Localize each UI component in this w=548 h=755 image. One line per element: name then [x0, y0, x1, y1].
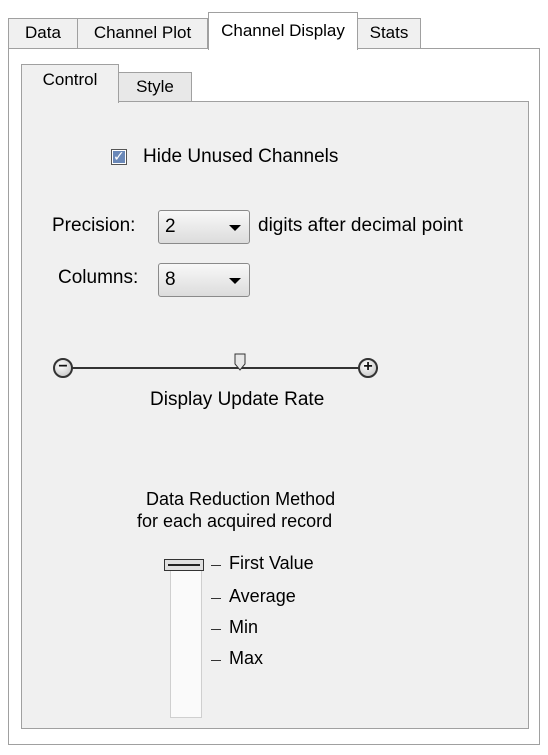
tab-channel-plot-label: Channel Plot	[93, 23, 192, 42]
hide-unused-checkbox[interactable]: ✓	[111, 148, 127, 165]
reduction-slider-thumb[interactable]	[164, 559, 204, 571]
precision-value: 2	[165, 216, 176, 237]
tick-average	[211, 598, 221, 599]
tab-control-label-overlay: Control	[42, 70, 98, 89]
reduction-option-min: Min	[229, 617, 259, 637]
tab-channel-display-label: Channel Display	[221, 21, 345, 40]
columns-label: Columns:	[58, 267, 139, 288]
columns-dropdown[interactable]: 8	[158, 263, 250, 297]
reduction-option-first-value: First Value	[229, 553, 314, 573]
reduction-slider-track[interactable]	[170, 568, 202, 718]
minus-circle-icon[interactable]: −	[53, 358, 73, 378]
active-tab-join	[22, 98, 118, 104]
chevron-down-icon	[229, 225, 241, 231]
tab-stats-label: Stats	[369, 23, 409, 42]
columns-value: 8	[165, 269, 176, 290]
hide-unused-label: Hide Unused Channels	[143, 146, 339, 167]
tab-stats[interactable]: Stats	[357, 18, 421, 48]
plus-circle-icon[interactable]: +	[358, 358, 378, 378]
reduction-title-2: for each acquired record	[137, 511, 333, 531]
update-rate-label: Display Update Rate	[150, 389, 325, 410]
reduction-option-max: Max	[229, 648, 264, 668]
precision-label: Precision:	[52, 215, 136, 236]
tab-style-label: Style	[136, 77, 174, 96]
precision-dropdown[interactable]: 2	[158, 210, 250, 244]
tab-channel-plot[interactable]: Channel Plot	[77, 18, 208, 48]
precision-suffix: digits after decimal point	[258, 215, 463, 236]
tab-data[interactable]: Data	[8, 18, 78, 48]
tick-first-value	[211, 565, 221, 566]
chevron-down-icon	[229, 278, 241, 284]
reduction-title-1: Data Reduction Method	[146, 489, 336, 509]
tab-channel-display[interactable]: Channel Display	[208, 12, 358, 50]
update-rate-track[interactable]	[62, 367, 378, 369]
tab-data-label: Data	[25, 23, 61, 42]
check-icon: ✓	[113, 148, 125, 164]
tab-style[interactable]: Style	[118, 72, 192, 102]
reduction-option-average: Average	[229, 586, 296, 606]
tick-min	[211, 629, 221, 630]
update-rate-thumb[interactable]	[234, 353, 246, 371]
control-panel	[21, 101, 529, 729]
tick-max	[211, 660, 221, 661]
